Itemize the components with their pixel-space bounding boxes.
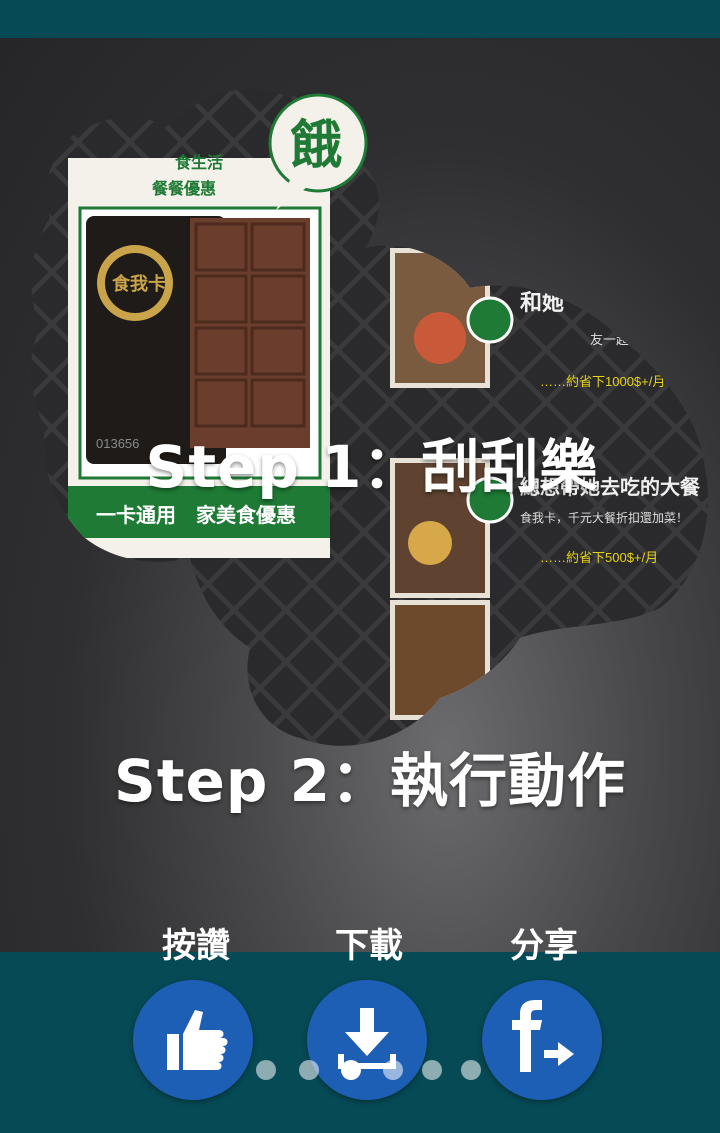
page-dot-3-active[interactable] — [341, 1060, 361, 1080]
page-dot-6[interactable] — [461, 1060, 481, 1080]
card-subtitle-1: 食生活 — [174, 153, 223, 172]
like-label: 按讚 — [162, 926, 230, 966]
page-dot-1[interactable] — [256, 1060, 276, 1080]
card-logo-text: 食我卡 — [111, 273, 166, 294]
promo-row1-title: 和她 — [520, 290, 564, 315]
card-banner: 一卡通用 家美食優惠 — [96, 503, 296, 527]
promo-row2-price: ……約省下500$+/月 — [540, 550, 658, 565]
share-label: 分享 — [510, 926, 578, 966]
promo-row1-subtitle: 友一起普享折扣！ — [590, 332, 694, 347]
step-1-title: Step 1：刮刮樂 — [145, 433, 599, 501]
step-2-title: Step 2：執行動作 — [114, 747, 626, 815]
page-dot-5[interactable] — [422, 1060, 442, 1080]
page-indicator — [0, 1060, 720, 1084]
promo-row2-subtitle: 食我卡，千元大餐折扣還加菜！ — [520, 510, 688, 525]
hungry-char: 餓 — [290, 117, 342, 175]
top-status-bar — [0, 0, 720, 38]
download-label: 下載 — [335, 926, 403, 966]
page-dot-4[interactable] — [383, 1060, 403, 1080]
card-subtitle-2: 餐餐優惠 — [151, 179, 216, 198]
page-dot-2[interactable] — [299, 1060, 319, 1080]
scratch-card-stage[interactable]: 食生活 餐餐優惠 食我卡 013656 一卡通用 家美食優惠 和她 友一起普享折… — [0, 38, 720, 952]
promo-row1-price: ……約省下1000$+/月 — [540, 374, 665, 389]
